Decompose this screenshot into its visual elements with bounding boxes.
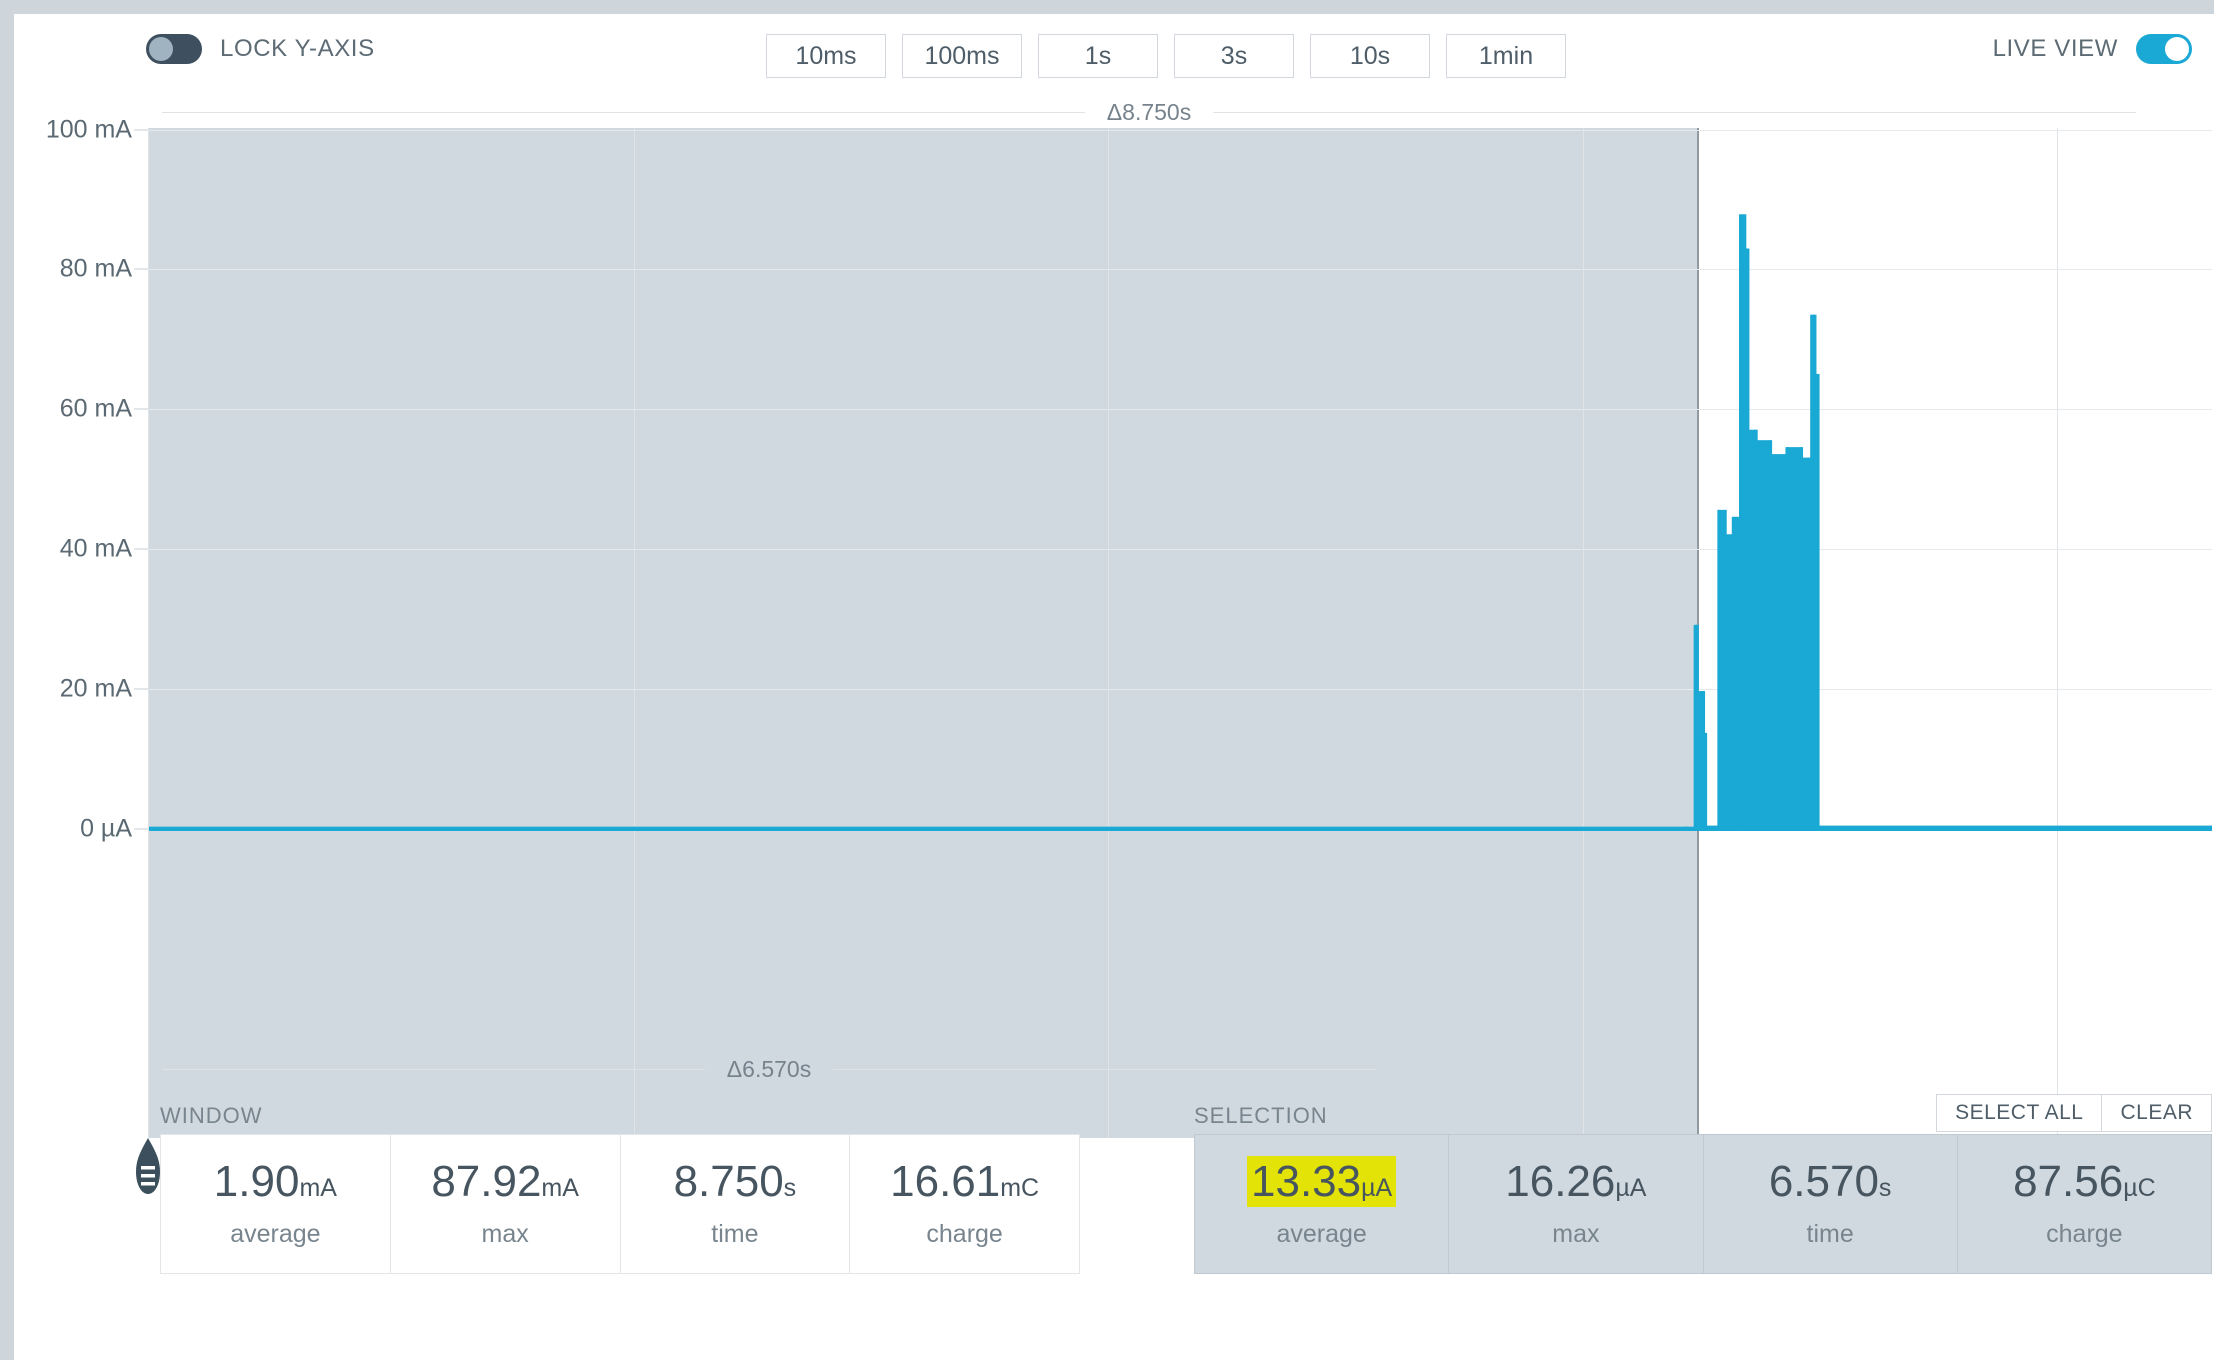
window-card-max: 87.92mA max: [389, 1134, 621, 1274]
selection-time-label: time: [1806, 1219, 1854, 1248]
window-charge-label: charge: [926, 1219, 1003, 1248]
y-tick-label-20ma: 20 mA: [59, 674, 132, 703]
selection-card-average: 13.33µA average: [1194, 1134, 1450, 1274]
y-tick-mark: [134, 129, 148, 131]
selection-average-value: 13.33µA: [1247, 1155, 1397, 1207]
stats-row: WINDOW 1.90mA average 87.92mA max 8.750s…: [14, 1094, 2214, 1360]
window-card-charge: 16.61mC charge: [849, 1134, 1080, 1274]
window-time-label: time: [711, 1219, 759, 1248]
lock-y-axis-group: LOCK Y-AXIS: [146, 34, 375, 64]
selection-card-max: 16.26µA max: [1448, 1134, 1704, 1274]
time-button-1s[interactable]: 1s: [1038, 34, 1158, 78]
plot-area[interactable]: [148, 128, 2212, 1138]
y-tick-label-80ma: 80 mA: [59, 254, 132, 283]
window-average-value: 1.90mA: [213, 1156, 337, 1206]
lock-y-axis-label: LOCK Y-AXIS: [220, 35, 375, 62]
selection-time-value: 6.570s: [1768, 1156, 1892, 1206]
unit: s: [783, 1173, 797, 1202]
current-chart: 100 mA 80 mA 60 mA 40 mA 20 mA 0 µA: [14, 116, 2214, 1194]
highlighted-value: 13.33µA: [1247, 1155, 1397, 1207]
lock-y-axis-toggle[interactable]: [146, 34, 202, 64]
toggle-knob: [149, 37, 173, 61]
window-card-average: 1.90mA average: [160, 1134, 391, 1274]
window-panel-header: WINDOW: [160, 1098, 1080, 1134]
time-button-3s[interactable]: 3s: [1174, 34, 1294, 78]
y-tick-label-0ua: 0 µA: [80, 814, 132, 843]
window-time-value: 8.750s: [673, 1156, 797, 1206]
live-view-toggle[interactable]: [2136, 34, 2192, 64]
unit: mA: [541, 1173, 579, 1202]
unit: mC: [1000, 1173, 1040, 1202]
y-tick-mark: [134, 688, 148, 690]
unit: µA: [1361, 1173, 1393, 1202]
clear-button[interactable]: CLEAR: [2101, 1094, 2212, 1132]
unit: s: [1878, 1173, 1892, 1202]
window-average-label: average: [230, 1219, 321, 1248]
window-panel-title: WINDOW: [160, 1103, 263, 1128]
y-tick-mark: [134, 268, 148, 270]
current-waveform: [149, 214, 2212, 831]
delta-rule-left: [162, 111, 1085, 113]
live-view-label: LIVE VIEW: [1992, 35, 2118, 62]
window-charge-value: 16.61mC: [890, 1156, 1040, 1206]
window-duration-indicator: Δ8.750s: [162, 96, 2137, 128]
selection-max-value: 16.26µA: [1505, 1156, 1647, 1206]
top-toolbar: LOCK Y-AXIS 10ms 100ms 1s 3s 10s 1min LI…: [14, 14, 2214, 96]
selection-card-time: 6.570s time: [1702, 1134, 1958, 1274]
y-axis: 100 mA 80 mA 60 mA 40 mA 20 mA 0 µA: [14, 116, 148, 1138]
power-profiler-app: LOCK Y-AXIS 10ms 100ms 1s 3s 10s 1min LI…: [14, 14, 2214, 1360]
selection-actions: SELECT ALL CLEAR: [1936, 1094, 2212, 1132]
zero-baseline: [149, 827, 2212, 831]
window-cards: 1.90mA average 87.92mA max 8.750s time 1…: [160, 1134, 1080, 1274]
window-max-label: max: [481, 1219, 529, 1248]
unit: mA: [299, 1173, 337, 1202]
y-tick-label-40ma: 40 mA: [59, 534, 132, 563]
selection-cards: 13.33µA average 16.26µA max 6.570s time …: [1194, 1134, 2212, 1274]
selection-panel-header: SELECTION SELECT ALL CLEAR: [1194, 1094, 2212, 1134]
selection-panel-title: SELECTION: [1194, 1103, 1328, 1128]
live-view-group: LIVE VIEW: [1993, 34, 2192, 64]
y-tick-label-100ma: 100 mA: [45, 115, 132, 144]
y-tick-mark: [134, 828, 148, 830]
time-button-10ms[interactable]: 10ms: [766, 34, 886, 78]
y-tick-label-60ma: 60 mA: [59, 394, 132, 423]
y-tick-mark: [134, 548, 148, 550]
time-button-1min[interactable]: 1min: [1446, 34, 1566, 78]
time-button-10s[interactable]: 10s: [1310, 34, 1430, 78]
toggle-knob: [2165, 37, 2189, 61]
window-stats-panel: WINDOW 1.90mA average 87.92mA max 8.750s…: [160, 1098, 1080, 1274]
time-range-buttons: 10ms 100ms 1s 3s 10s 1min: [766, 34, 1566, 78]
delta-rule-right: [1213, 111, 2137, 113]
select-all-button[interactable]: SELECT ALL: [1936, 1094, 2103, 1132]
unit: µA: [1615, 1173, 1647, 1202]
unit: µC: [2123, 1173, 2156, 1202]
selection-charge-label: charge: [2046, 1219, 2123, 1248]
time-button-100ms[interactable]: 100ms: [902, 34, 1022, 78]
window-max-value: 87.92mA: [431, 1156, 579, 1206]
selection-card-charge: 87.56µC charge: [1956, 1134, 2212, 1274]
window-duration-label: Δ8.750s: [1106, 98, 1192, 125]
window-card-time: 8.750s time: [619, 1134, 851, 1274]
y-tick-mark: [134, 408, 148, 410]
selection-stats-panel: SELECTION SELECT ALL CLEAR 13.33µA avera…: [1194, 1094, 2212, 1274]
selection-max-label: max: [1552, 1219, 1600, 1248]
selection-charge-value: 87.56µC: [2013, 1156, 2156, 1206]
selection-average-label: average: [1276, 1219, 1367, 1248]
